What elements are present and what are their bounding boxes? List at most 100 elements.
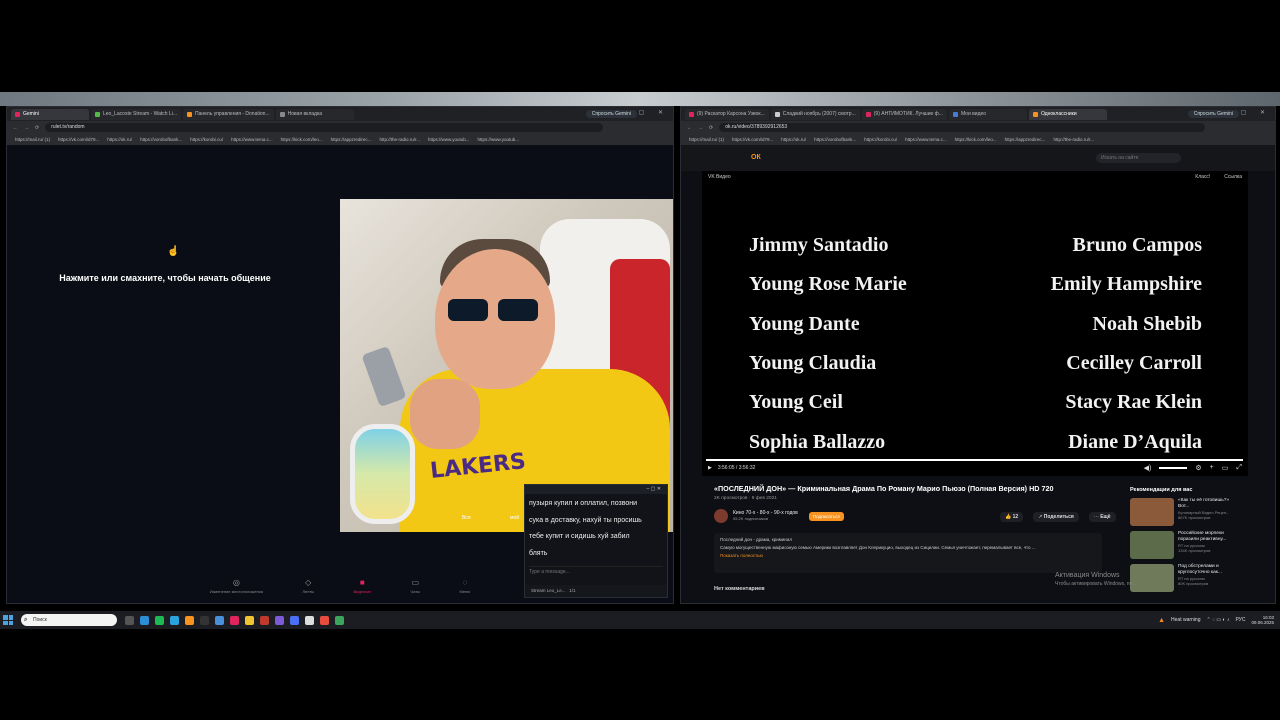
like-button[interactable]: Класс! [1195, 174, 1210, 180]
app-icon[interactable] [290, 615, 299, 625]
bookmark[interactable]: https://vorobofbank... [140, 137, 182, 142]
bookmark[interactable]: https://vk.com/id79... [58, 137, 99, 142]
description-line: Самую могущественную мафиозную семью Аме… [720, 545, 1036, 550]
bookmark[interactable]: http://the-radio.ru/r... [1053, 137, 1094, 142]
progress-bar[interactable] [706, 459, 1243, 461]
tab-sweet-november[interactable]: Сладкий ноябрь (2007) смотр... [770, 108, 860, 120]
play-icon[interactable]: ▶ [708, 465, 712, 471]
tab-youtube-1[interactable]: (9) Раскатор Карсона Узвок... [685, 108, 769, 120]
language-indicator[interactable]: РУС [1235, 617, 1245, 623]
fullscreen-icon[interactable]: ⤢ [1236, 464, 1242, 472]
bookmark[interactable]: https://vorobofbank... [814, 137, 856, 142]
nav-location[interactable]: ◎ Изменение местоположения [210, 578, 263, 600]
ok-logo[interactable]: ОК [751, 154, 761, 161]
back-icon[interactable]: ← [13, 125, 18, 131]
tab-leo-stream[interactable]: Leo_Lacoste Stream - Watch Li... [91, 108, 182, 120]
app-icon[interactable] [260, 615, 269, 625]
forward-icon[interactable]: → [698, 125, 703, 131]
start-chat-prompt[interactable]: Нажмите или смахните, чтобы начать общен… [50, 273, 280, 283]
recommendation-item[interactable]: Под обстрелами и круглосуточно как... RT … [1130, 564, 1240, 592]
bookmark[interactable]: https://korobi.cu/ [190, 137, 223, 142]
share-button[interactable]: ↗ Поделиться [1033, 512, 1079, 522]
url-field[interactable]: ok.ru/video/3789392912653 [719, 123, 1205, 132]
taskbar-search[interactable]: ⌕ Поиск [21, 614, 117, 626]
more-button[interactable]: ⋯ Ещё [1088, 512, 1116, 522]
bookmark[interactable]: https://mail.ru/ (1) [15, 137, 50, 142]
bookmark[interactable]: https://korobi.cu/ [864, 137, 897, 142]
task-view-icon[interactable] [125, 615, 134, 625]
bottom-nav: ◎ Изменение местоположения ◇ Ленты ■ Видеоч… [190, 578, 490, 600]
bookmark[interactable]: http://the-radio.ru/r... [379, 137, 420, 142]
windows-start-icon[interactable] [3, 615, 13, 625]
bookmark[interactable]: https://ok.ru/ [781, 137, 806, 142]
recommendation-thumbnail[interactable] [1130, 564, 1174, 592]
bookmark[interactable]: https://www.youtub... [428, 137, 470, 142]
app-icon[interactable] [305, 615, 314, 625]
show-more-link[interactable]: Показать полностью [720, 552, 1096, 560]
recommendation-item[interactable]: Российские морпехи поразили реактивну...… [1130, 531, 1240, 559]
bookmark[interactable]: https://appzredirec... [331, 137, 372, 142]
nav-feed[interactable]: ◇ Ленты [302, 578, 314, 600]
link-button[interactable]: Ссылка [1224, 174, 1242, 180]
clock[interactable]: 16:03 09.06.2025 [1251, 615, 1274, 625]
right-bookmarks-bar: https://mail.ru/ (1) https://vk.com/id79… [681, 134, 1275, 145]
tab-my-videos[interactable]: Мои видео [948, 108, 1027, 120]
tab-gemini[interactable]: Gemini [11, 108, 89, 120]
channel-name[interactable]: Кино 70-х - 80-х - 90-х годов 55,2K подпи… [733, 510, 798, 522]
back-icon[interactable]: ← [687, 125, 692, 131]
warning-icon[interactable]: ▲ [1158, 617, 1165, 624]
volume-slider[interactable] [1159, 467, 1188, 469]
add-icon[interactable]: + [1210, 464, 1214, 472]
reload-icon[interactable]: ⟳ [709, 125, 713, 131]
tray-icons[interactable]: ⌃ ◌ ▭ ◐ ♪ [1206, 617, 1229, 623]
chrome-icon[interactable] [335, 615, 344, 625]
bookmark[interactable]: https://www.tema.c... [231, 137, 273, 142]
app-icon[interactable] [230, 615, 239, 625]
bookmark[interactable]: https://kick.com/leo... [955, 137, 997, 142]
chat-window-controls[interactable]: – ▢ ✕ [525, 485, 667, 494]
bookmark[interactable]: https://appzredirec... [1005, 137, 1046, 142]
ok-search-input[interactable]: Искать на сайте [1096, 153, 1181, 163]
folder-icon[interactable] [245, 615, 254, 625]
subscribe-button[interactable]: Подписаться [808, 511, 844, 521]
right-address-bar: ← → ⟳ ok.ru/video/3789392912653 [681, 121, 1275, 134]
app-icon[interactable] [215, 615, 224, 625]
recommendation-item[interactable]: «Как ты её готовишь?» Вот... Кулинарный В… [1130, 498, 1240, 526]
bookmark[interactable]: https://www.youtub... [478, 137, 520, 142]
app-icon[interactable] [185, 615, 194, 625]
recommendation-thumbnail[interactable] [1130, 531, 1174, 559]
bookmark[interactable]: https://kick.com/leo... [281, 137, 323, 142]
heat-warning[interactable]: Heat warning [1171, 617, 1200, 623]
app-icon[interactable] [200, 615, 209, 625]
forward-icon[interactable]: → [24, 125, 29, 131]
pip-icon[interactable]: ▭ [1222, 464, 1229, 472]
telegram-icon[interactable] [170, 615, 179, 625]
nav-chats[interactable]: ▭ Чаты [411, 578, 421, 600]
bookmark[interactable]: https://www.tema.c... [905, 137, 947, 142]
app-icon[interactable] [275, 615, 284, 625]
nav-videochat[interactable]: ■ Видеочат [354, 578, 372, 600]
nav-menu[interactable]: ◌ Меню [459, 578, 470, 600]
tab-odnoklassniki[interactable]: Одноклассники [1028, 108, 1107, 120]
recommendation-thumbnail[interactable] [1130, 498, 1174, 526]
window-controls[interactable]: – ▢ ✕ [622, 109, 669, 116]
volume-icon[interactable]: ◀) [1144, 464, 1152, 472]
tab-new[interactable]: Новая вкладка [275, 108, 354, 120]
like-count-button[interactable]: 👍 12 [1000, 512, 1024, 522]
bookmark[interactable]: https://ok.ru/ [107, 137, 132, 142]
app-icon[interactable] [155, 615, 164, 625]
tab-donation-panel[interactable]: Панель управления - Donation... [183, 108, 274, 120]
bookmark[interactable]: https://mail.ru/ (1) [689, 137, 724, 142]
window-controls[interactable]: – ▢ ✕ [1224, 109, 1271, 116]
url-field[interactable]: rulet.tv/random [45, 123, 603, 132]
settings-icon[interactable]: ⚙ [1195, 464, 1201, 472]
left-bookmarks-bar: https://mail.ru/ (1) https://vk.com/id79… [7, 134, 673, 145]
app-icon[interactable] [320, 615, 329, 625]
reload-icon[interactable]: ⟳ [35, 125, 39, 131]
video-player[interactable]: VK Видео Класс! Ссылка Jimmy Santadio Yo… [702, 171, 1248, 476]
bookmark[interactable]: https://vk.com/id79... [732, 137, 773, 142]
tab-youtube-2[interactable]: (9) АНТИМОТИК. Лучшие ф... [861, 108, 947, 120]
chat-input[interactable]: Type a message... [529, 566, 663, 577]
channel-avatar[interactable] [714, 509, 728, 523]
edge-icon[interactable] [140, 615, 149, 625]
